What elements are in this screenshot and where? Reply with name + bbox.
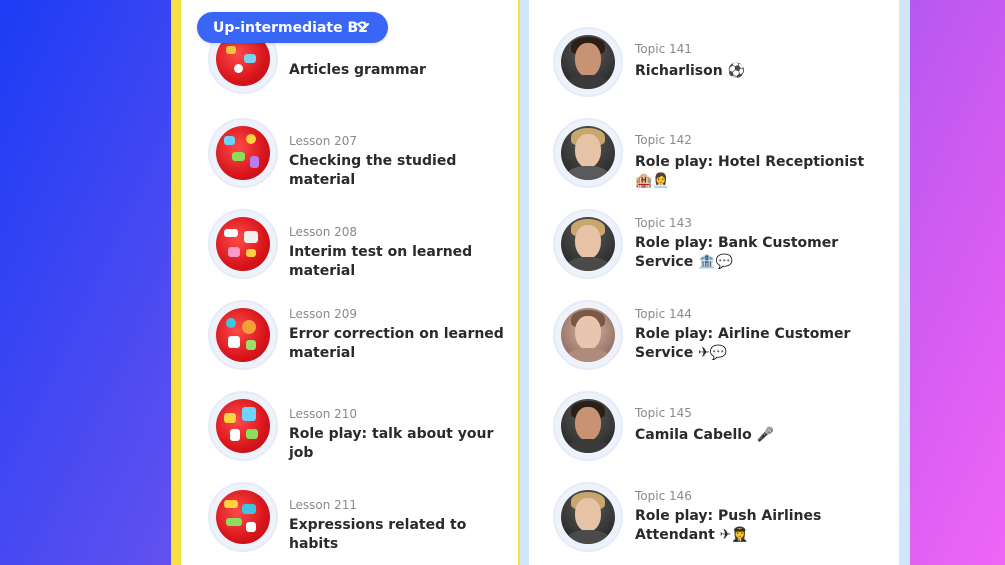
lesson-illustration-icon bbox=[216, 490, 270, 544]
lesson-thumbnail bbox=[208, 391, 278, 461]
lesson-thumbnail bbox=[208, 482, 278, 552]
lesson-title: Checking the studied material bbox=[289, 153, 457, 188]
topic-number: Topic 144 bbox=[635, 307, 692, 321]
level-label: Up-intermediate B2 bbox=[213, 19, 368, 36]
lesson-title: Expressions related to habits bbox=[289, 517, 467, 552]
lesson-number: Lesson 209 bbox=[289, 307, 358, 321]
avatar bbox=[561, 490, 615, 544]
topic-title: Role play: Airline Customer Service ✈💬 bbox=[635, 326, 851, 361]
topic-avatar bbox=[553, 300, 623, 370]
chevron-down-icon bbox=[356, 22, 370, 31]
topic-title: Camila Cabello 🎤 bbox=[635, 427, 774, 443]
topic-avatar bbox=[553, 391, 623, 461]
lessons-panel: Articles grammar Lesson 207 Checking the… bbox=[181, 0, 518, 565]
avatar bbox=[561, 126, 615, 180]
topic-title: Richarlison ⚽ bbox=[635, 63, 746, 79]
topic-avatar bbox=[553, 482, 623, 552]
lesson-number: Lesson 207 bbox=[289, 134, 358, 148]
topic-number: Topic 146 bbox=[635, 489, 692, 503]
topic-number: Topic 145 bbox=[635, 406, 692, 420]
lesson-number: Lesson 210 bbox=[289, 407, 358, 421]
lesson-thumbnail bbox=[208, 300, 278, 370]
lesson-illustration-icon bbox=[216, 308, 270, 362]
lesson-thumbnail bbox=[208, 209, 278, 279]
topic-title: Role play: Push Airlines Attendant ✈👩‍✈️ bbox=[635, 508, 822, 543]
lesson-illustration-icon bbox=[216, 217, 270, 271]
lesson-illustration-icon bbox=[216, 126, 270, 180]
topic-number: Topic 143 bbox=[635, 216, 692, 230]
lesson-title: Error correction on learned material bbox=[289, 326, 504, 361]
topic-avatar bbox=[553, 27, 623, 97]
lesson-title: Interim test on learned material bbox=[289, 244, 473, 279]
topics-panel: Topic 141 Richarlison ⚽ Topic 142 Role p… bbox=[529, 0, 899, 565]
lesson-thumbnail bbox=[208, 118, 278, 188]
avatar bbox=[561, 35, 615, 89]
topic-number: Topic 142 bbox=[635, 133, 692, 147]
avatar bbox=[561, 399, 615, 453]
topic-avatar bbox=[553, 209, 623, 279]
avatar bbox=[561, 308, 615, 362]
lesson-number: Lesson 208 bbox=[289, 225, 358, 239]
level-dropdown[interactable]: Up-intermediate B2 bbox=[197, 12, 388, 43]
topic-title: Role play: Hotel Receptionist 🏨👩‍💼 bbox=[635, 154, 865, 189]
topic-avatar bbox=[553, 118, 623, 188]
lesson-illustration-icon bbox=[216, 399, 270, 453]
lesson-title: Role play: talk about your job bbox=[289, 426, 494, 461]
avatar bbox=[561, 217, 615, 271]
topic-number: Topic 141 bbox=[635, 42, 692, 56]
lesson-number: Lesson 211 bbox=[289, 498, 358, 512]
topic-title: Role play: Bank Customer Service 🏦💬 bbox=[635, 235, 839, 270]
lesson-title: Articles grammar bbox=[289, 62, 426, 78]
